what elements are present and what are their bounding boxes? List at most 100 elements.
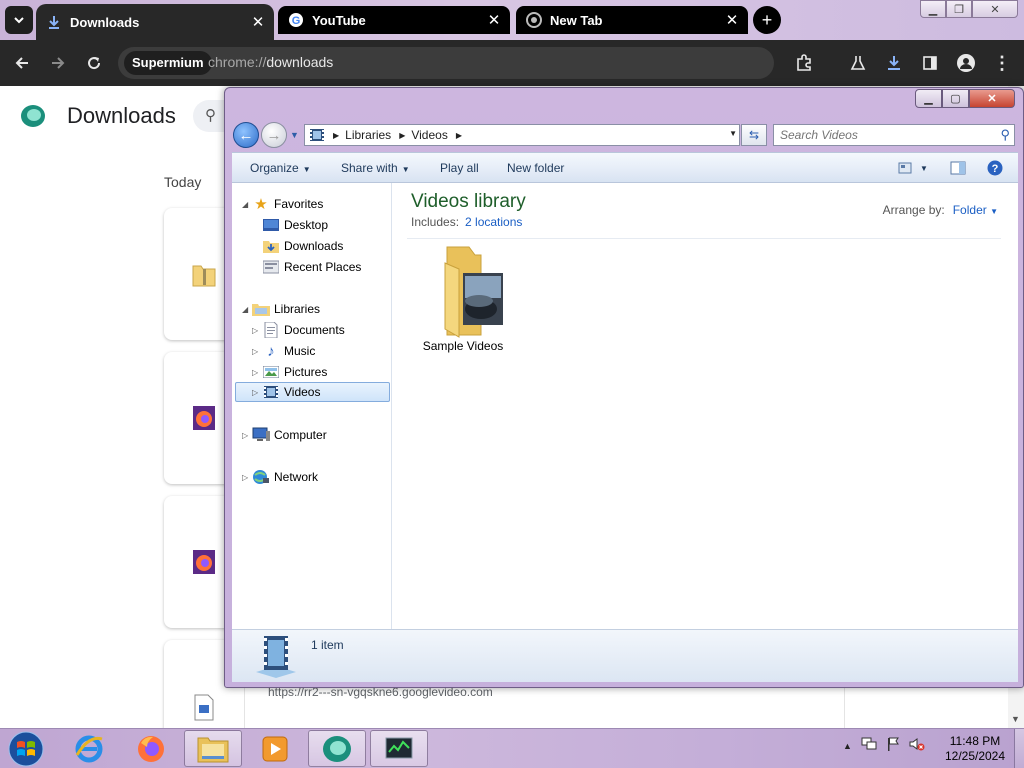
nav-label: Recent Places (284, 260, 362, 274)
maximize-icon: ▢ (950, 93, 961, 105)
new-folder-button[interactable]: New folder (507, 161, 564, 175)
tab-downloads[interactable]: Downloads ✕ (36, 4, 274, 40)
arrange-by: Arrange by: Folder ▼ (883, 203, 998, 217)
forward-button[interactable]: → (261, 122, 287, 148)
recent-places-icon (262, 259, 280, 275)
firefox-icon (138, 735, 164, 762)
tab-new-tab[interactable]: New Tab ✕ (516, 6, 748, 34)
minimize-button[interactable]: ▁ (920, 0, 946, 18)
labs-button[interactable] (845, 50, 871, 76)
nav-network[interactable]: ▷ Network (242, 467, 318, 487)
expand-arrow-icon[interactable]: ◢ (242, 200, 252, 209)
arrange-by-dropdown[interactable]: Folder ▼ (953, 203, 998, 217)
nav-pictures[interactable]: ▷ Pictures (237, 362, 390, 382)
library-title: Videos library (411, 191, 526, 212)
expand-arrow-icon[interactable]: ▷ (242, 431, 252, 440)
taskbar-supermium[interactable] (308, 730, 366, 767)
address-dropdown-icon[interactable]: ▼ (729, 129, 737, 138)
locations-link[interactable]: 2 locations (465, 215, 522, 229)
close-window-button[interactable]: ✕ (972, 0, 1018, 18)
nav-computer[interactable]: ▷ Computer (242, 425, 327, 445)
forward-button[interactable] (45, 50, 71, 76)
expand-arrow-icon[interactable]: ▷ (252, 368, 262, 377)
breadcrumb-separator-icon[interactable]: ▶ (399, 131, 405, 140)
change-view-button[interactable]: ▼ (894, 159, 932, 177)
close-button[interactable]: ✕ (969, 89, 1015, 108)
expand-arrow-icon[interactable]: ◢ (242, 305, 252, 314)
chevron-down-icon: ▼ (920, 163, 928, 173)
nav-music[interactable]: ▷ ♪ Music (252, 341, 315, 361)
show-hidden-icons-button[interactable]: ▲ (843, 741, 852, 751)
taskbar-firefox[interactable] (122, 730, 180, 767)
desktop-icon (262, 217, 280, 233)
taskbar-internet-explorer[interactable] (60, 730, 118, 767)
omnibox-url[interactable]: chrome://downloads (208, 54, 333, 70)
share-with-button[interactable]: Share with ▼ (341, 161, 410, 175)
expand-arrow-icon[interactable]: ▷ (252, 347, 262, 356)
close-tab-icon[interactable]: ✕ (248, 13, 268, 31)
nav-label: Pictures (284, 365, 328, 379)
tab-search-button[interactable] (5, 6, 33, 34)
search-box[interactable]: ⚲ (773, 124, 1015, 146)
explorer-icon (197, 737, 229, 762)
show-desktop-button[interactable] (1014, 729, 1024, 768)
back-button[interactable]: ← (233, 122, 259, 148)
nav-videos[interactable]: ▷ Videos (235, 382, 390, 402)
maximize-button[interactable]: ▢ (942, 89, 969, 108)
action-center-flag-icon[interactable] (886, 737, 900, 754)
new-tab-button[interactable]: + (753, 6, 781, 34)
breadcrumb-separator-icon[interactable]: ▶ (456, 131, 462, 140)
preview-pane-button[interactable] (946, 159, 970, 177)
address-bar[interactable]: ▶ Libraries ▶ Videos ▶ ▼ (304, 124, 740, 146)
expand-arrow-icon[interactable]: ▷ (252, 326, 262, 335)
taskbar-explorer[interactable] (184, 730, 242, 767)
side-panel-button[interactable] (917, 50, 943, 76)
downloads-button[interactable] (881, 50, 907, 76)
search-input[interactable] (780, 125, 990, 145)
nav-documents[interactable]: ▷ Documents (252, 320, 345, 340)
minimize-button[interactable]: ▁ (915, 89, 942, 108)
start-button[interactable] (4, 730, 48, 768)
nav-favorites[interactable]: ◢ ★ Favorites (242, 194, 323, 214)
close-icon: ✕ (990, 3, 1000, 16)
help-button[interactable]: ? (984, 159, 1006, 177)
firefox-file-icon (192, 404, 216, 432)
breadcrumb-libraries[interactable]: Libraries (345, 128, 391, 142)
volume-muted-icon[interactable] (909, 737, 925, 754)
reload-icon (88, 57, 101, 70)
restore-button[interactable]: ❐ (946, 0, 972, 18)
nav-label: Downloads (284, 239, 344, 253)
expand-arrow-icon[interactable]: ▷ (242, 473, 252, 482)
nav-downloads[interactable]: Downloads (262, 236, 343, 256)
menu-button[interactable]: ⋮ (989, 50, 1015, 76)
window-caption-buttons: ▁ ▢ ✕ (915, 89, 1015, 109)
organize-button[interactable]: Organize ▼ (250, 161, 311, 175)
omnibox[interactable]: Supermium chrome://downloads (118, 47, 774, 79)
nav-label: Network (274, 470, 319, 484)
task-manager-icon (385, 737, 413, 758)
reload-button[interactable] (81, 50, 107, 76)
expand-arrow-icon[interactable]: ▷ (252, 388, 262, 397)
back-button[interactable] (9, 50, 35, 76)
taskbar-media-player[interactable] (246, 730, 304, 767)
breadcrumb-videos[interactable]: Videos (411, 128, 447, 142)
network-status-icon[interactable] (861, 737, 877, 754)
taskbar-task-manager[interactable] (370, 730, 428, 767)
recent-pages-dropdown[interactable]: ▼ (290, 130, 299, 140)
refresh-button[interactable]: ⇆ (741, 124, 767, 146)
nav-label: Computer (274, 428, 327, 442)
profile-button[interactable] (953, 50, 979, 76)
clock[interactable]: 11:48 PM 12/25/2024 (940, 734, 1010, 764)
view-icon (898, 162, 912, 174)
chevron-down-icon: ▼ (401, 165, 410, 174)
breadcrumb-separator-icon[interactable]: ▶ (333, 131, 339, 140)
tab-youtube[interactable]: G YouTube ✕ (278, 6, 510, 34)
play-all-button[interactable]: Play all (440, 161, 479, 175)
close-tab-icon[interactable]: ✕ (484, 11, 504, 29)
folder-sample-videos[interactable]: Sample Videos (415, 245, 515, 363)
extensions-button[interactable] (791, 50, 817, 76)
nav-recent-places[interactable]: Recent Places (262, 257, 361, 277)
nav-libraries[interactable]: ◢ Libraries (242, 299, 320, 319)
close-tab-icon[interactable]: ✕ (722, 11, 742, 29)
nav-desktop[interactable]: Desktop (262, 215, 328, 235)
